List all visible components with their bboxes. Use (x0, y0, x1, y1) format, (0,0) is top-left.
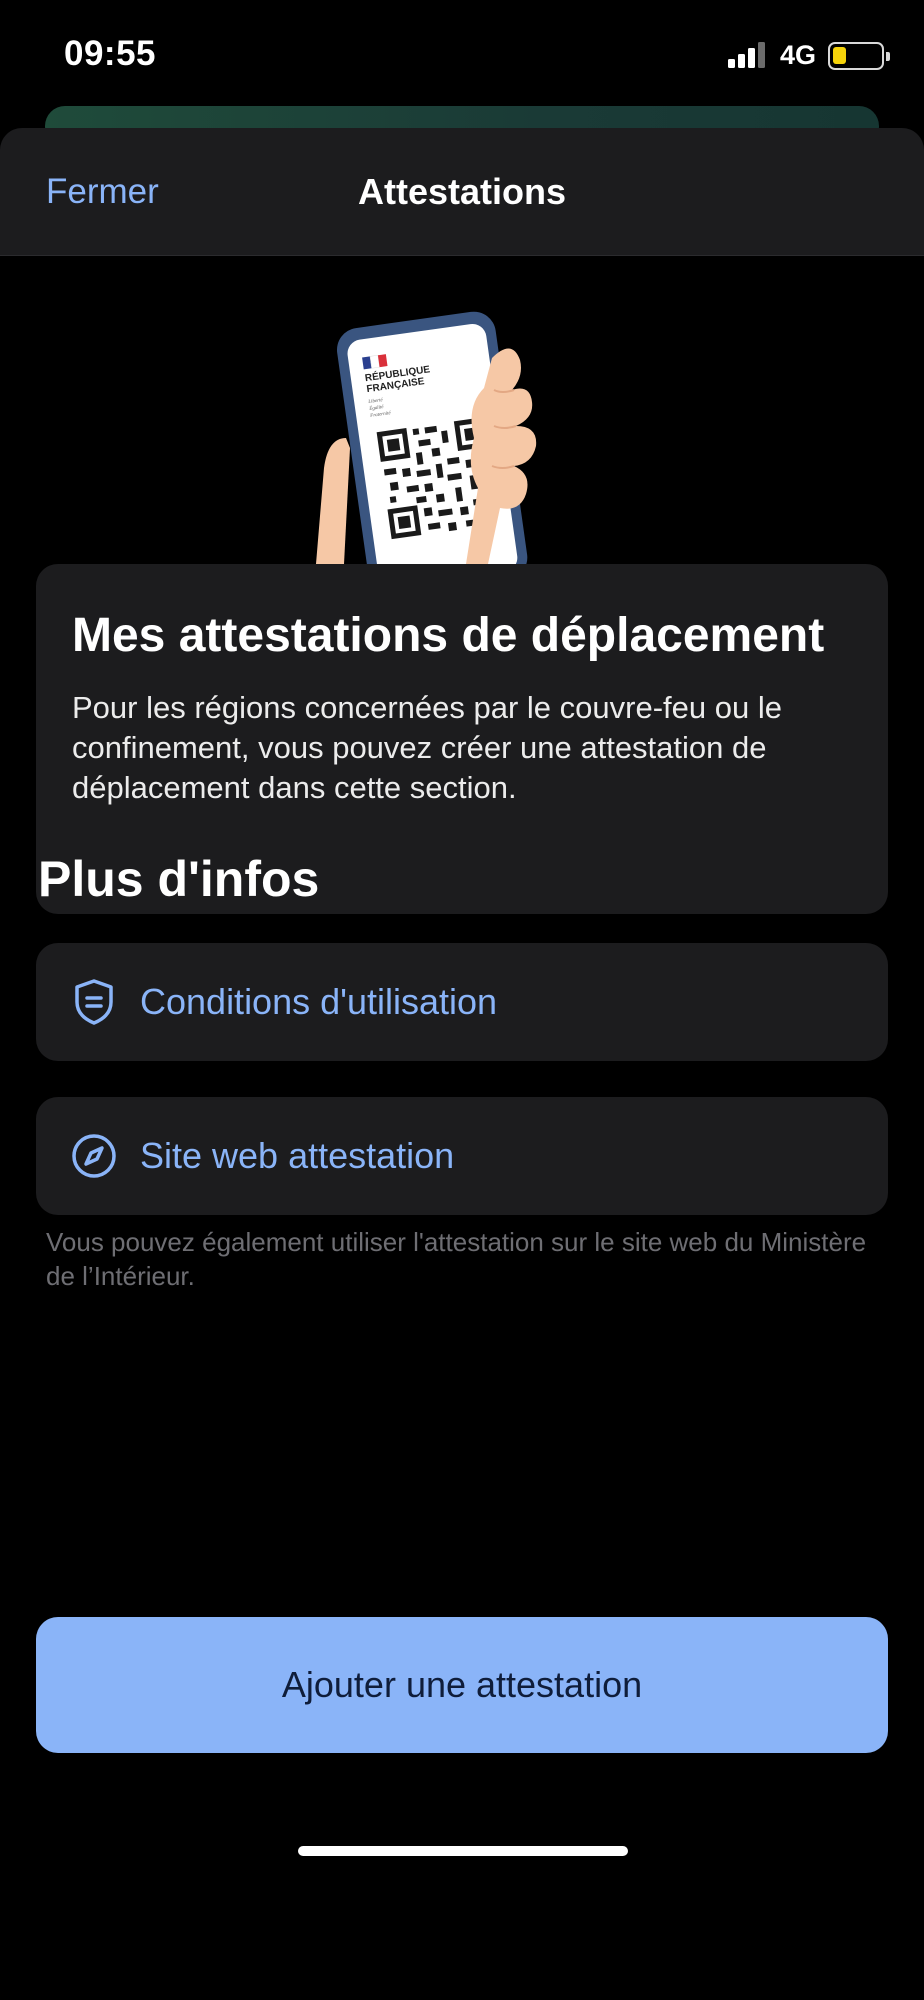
website-label: Site web attestation (140, 1135, 455, 1176)
status-bar: 09:55 4G (0, 0, 924, 110)
info-card-title: Mes attestations de déplacement (72, 609, 825, 662)
nav-bar: Fermer Attestations (0, 128, 924, 256)
compass-icon (70, 1132, 118, 1180)
home-indicator (298, 1846, 628, 1856)
page-title: Attestations (357, 171, 567, 212)
shield-icon (70, 978, 118, 1026)
attestations-sheet: Fermer Attestations RÉPUBLIQUE FRANÇAISE… (0, 128, 924, 2000)
network-type: 4G (780, 40, 817, 70)
signal-icon (728, 42, 765, 68)
website-link[interactable]: Site web attestation (36, 1097, 888, 1215)
status-time: 09:55 (64, 34, 157, 73)
add-attestation-button[interactable]: Ajouter une attestation (36, 1617, 888, 1753)
website-footnote: Vous pouvez également utiliser l'attesta… (46, 1227, 867, 1291)
terms-of-use-label: Conditions d'utilisation (140, 981, 498, 1022)
battery-level (833, 47, 846, 64)
terms-of-use-link[interactable]: Conditions d'utilisation (36, 943, 888, 1061)
more-info-title: Plus d'infos (38, 851, 320, 907)
phone-qr-illustration: RÉPUBLIQUE FRANÇAISE Liberté Égalité Fra… (316, 311, 537, 564)
info-card-text: Pour les régions concernées par le couvr… (72, 690, 782, 805)
battery-icon (828, 42, 890, 70)
